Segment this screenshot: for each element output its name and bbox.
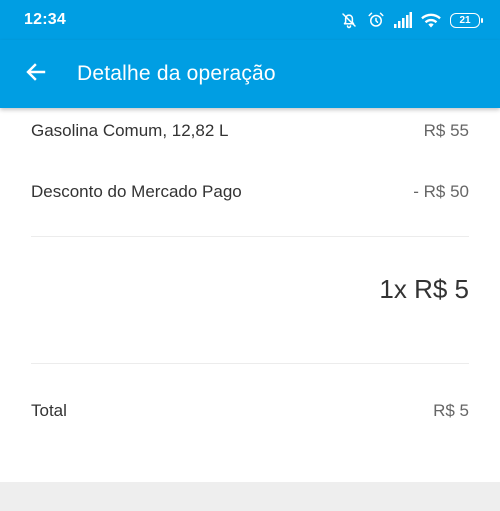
battery-icon: 21 bbox=[450, 12, 483, 28]
wifi-icon bbox=[421, 12, 441, 28]
divider bbox=[31, 363, 469, 364]
installments-amount: 1x R$ 5 bbox=[379, 274, 469, 304]
app-bar: Detalhe da operação bbox=[0, 40, 500, 108]
total-label: Total bbox=[31, 401, 67, 420]
bottom-area bbox=[0, 482, 500, 511]
operation-detail: Gasolina Comum, 12,82 L R$ 55 Desconto d… bbox=[0, 108, 500, 482]
list-item: Desconto do Mercado Pago - R$ 50 bbox=[31, 182, 469, 202]
item-label: Desconto do Mercado Pago bbox=[31, 182, 242, 201]
item-value: R$ 55 bbox=[423, 121, 469, 140]
alarm-clock-icon bbox=[367, 11, 385, 29]
arrow-left-icon bbox=[24, 60, 48, 89]
page-title: Detalhe da operação bbox=[77, 62, 276, 85]
status-icons: 21 bbox=[340, 11, 483, 29]
divider bbox=[31, 236, 469, 237]
total-row: Total R$ 5 bbox=[31, 401, 469, 421]
back-button[interactable] bbox=[0, 40, 72, 108]
status-bar: 12:34 21 bbox=[0, 0, 500, 40]
total-value: R$ 5 bbox=[433, 401, 469, 420]
item-value: - R$ 50 bbox=[413, 182, 469, 201]
status-time: 12:34 bbox=[24, 11, 66, 28]
signal-icon bbox=[394, 12, 412, 28]
alarm-off-icon bbox=[340, 11, 358, 29]
item-label: Gasolina Comum, 12,82 L bbox=[31, 121, 229, 140]
list-item: Gasolina Comum, 12,82 L R$ 55 bbox=[31, 121, 469, 141]
